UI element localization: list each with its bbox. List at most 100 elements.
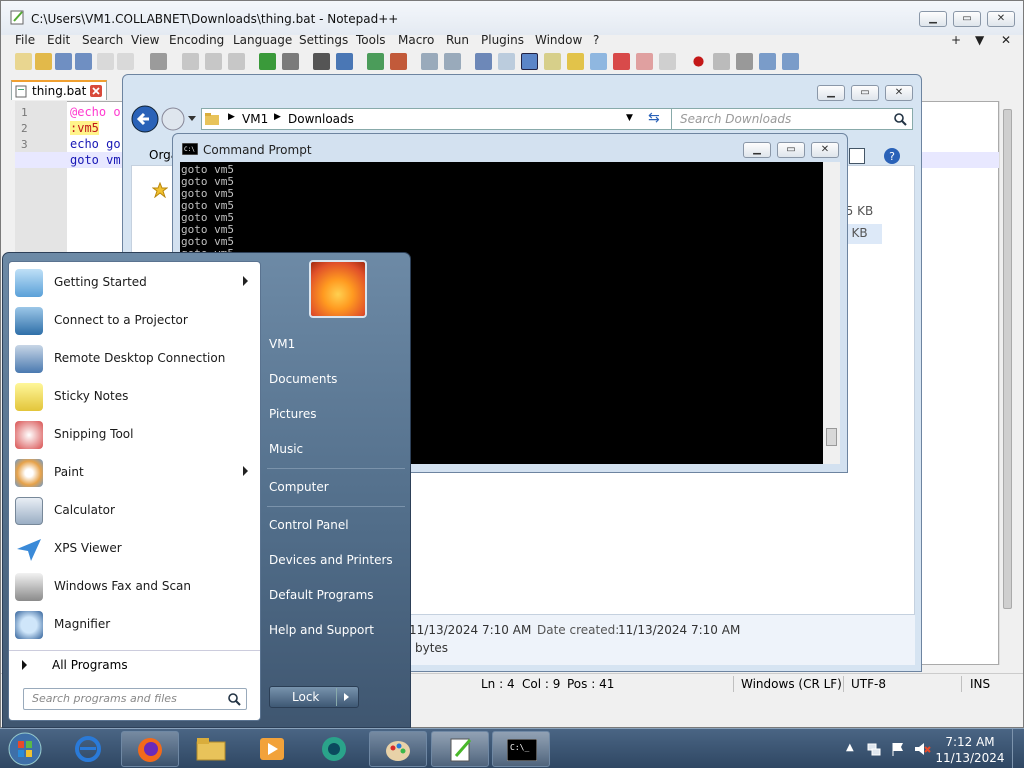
close-button[interactable]: ✕ <box>987 11 1015 27</box>
user-picture[interactable] <box>309 260 367 318</box>
new-file-icon[interactable] <box>15 53 32 70</box>
find-icon[interactable] <box>313 53 330 70</box>
function-list-icon[interactable] <box>590 53 607 70</box>
paste-icon[interactable] <box>228 53 245 70</box>
taskbar-paint[interactable] <box>369 731 427 767</box>
word-wrap-icon[interactable] <box>475 53 492 70</box>
menu-tools[interactable]: Tools <box>356 33 386 47</box>
address-bar[interactable]: ▶ VM1 ▶ Downloads ▼ ⇆ <box>201 108 685 130</box>
start-item-getting-started[interactable]: Getting Started <box>9 264 260 302</box>
menu-view[interactable]: View <box>131 33 159 47</box>
show-desktop-button[interactable] <box>1012 729 1024 768</box>
scroll-thumb[interactable] <box>826 428 837 446</box>
zoom-out-icon[interactable] <box>390 53 407 70</box>
menu-search[interactable]: Search <box>82 33 123 47</box>
maximize-button[interactable]: ▭ <box>777 142 805 158</box>
close-button[interactable]: ✕ <box>811 142 839 158</box>
breadcrumb-downloads[interactable]: Downloads <box>288 112 354 126</box>
taskbar-ie[interactable] <box>60 731 118 767</box>
new-tab-icon[interactable]: + <box>951 33 961 47</box>
start-item-magnifier[interactable]: Magnifier <box>9 606 260 644</box>
save-all-icon[interactable] <box>75 53 92 70</box>
taskbar-firefox[interactable] <box>121 731 179 767</box>
search-icon[interactable] <box>228 693 241 706</box>
print-icon[interactable] <box>150 53 167 70</box>
start-search-input[interactable]: Search programs and files <box>23 688 247 710</box>
folder-workspace-icon[interactable] <box>613 53 630 70</box>
taskbar-notepadpp[interactable] <box>431 731 489 767</box>
undo-icon[interactable] <box>259 53 276 70</box>
maximize-button[interactable]: ▭ <box>851 85 879 101</box>
scroll-thumb[interactable] <box>1003 109 1012 609</box>
monitoring-icon[interactable] <box>636 53 653 70</box>
start-link-pictures[interactable]: Pictures <box>269 407 317 421</box>
help-icon[interactable]: ? <box>883 147 901 165</box>
start-orb-icon[interactable] <box>6 731 44 767</box>
copy-icon[interactable] <box>205 53 222 70</box>
explorer-search-input[interactable]: Search Downloads <box>671 108 913 130</box>
close-doc-icon[interactable]: ✕ <box>1001 33 1011 47</box>
minimize-button[interactable]: ▁ <box>743 142 771 158</box>
maximize-button[interactable]: ▭ <box>953 11 981 27</box>
dropdown-icon[interactable]: ▼ <box>975 33 984 47</box>
start-link-computer[interactable]: Computer <box>269 480 329 494</box>
search-icon[interactable] <box>894 113 907 126</box>
redo-icon[interactable] <box>282 53 299 70</box>
start-item-connect-projector[interactable]: Connect to a Projector <box>9 302 260 340</box>
network-icon[interactable] <box>866 741 882 757</box>
taskbar-explorer[interactable] <box>183 731 241 767</box>
breadcrumb-vm1[interactable]: VM1 <box>242 112 268 126</box>
cut-icon[interactable] <box>182 53 199 70</box>
start-link-documents[interactable]: Documents <box>269 372 337 386</box>
run-macro-multiple-icon[interactable] <box>759 53 776 70</box>
sync-vertical-icon[interactable] <box>421 53 438 70</box>
taskbar-media-player[interactable] <box>244 731 302 767</box>
shutdown-options-arrow-icon[interactable] <box>344 693 349 701</box>
menu-run[interactable]: Run <box>446 33 469 47</box>
save-icon[interactable] <box>55 53 72 70</box>
menu-language[interactable]: Language <box>233 33 292 47</box>
minimize-button[interactable]: ▁ <box>919 11 947 27</box>
start-link-music[interactable]: Music <box>269 442 303 456</box>
start-item-remote-desktop[interactable]: Remote Desktop Connection <box>9 340 260 378</box>
indent-guide-icon[interactable] <box>521 53 538 70</box>
favorites-star-icon[interactable] <box>152 182 168 198</box>
menu-plugins[interactable]: Plugins <box>481 33 524 47</box>
start-link-devices-printers[interactable]: Devices and Printers <box>269 553 393 567</box>
doc-map-icon[interactable] <box>567 53 584 70</box>
start-item-fax-scan[interactable]: Windows Fax and Scan <box>9 568 260 606</box>
close-tab-icon[interactable] <box>90 85 102 97</box>
all-programs[interactable]: All Programs <box>9 650 260 680</box>
menu-file[interactable]: File <box>15 33 35 47</box>
tab-thing-bat[interactable]: thing.bat <box>11 80 107 100</box>
lock-button[interactable]: Lock <box>269 686 359 708</box>
start-link-help-support[interactable]: Help and Support <box>269 623 374 637</box>
close-button[interactable]: ✕ <box>885 85 913 101</box>
record-macro-icon[interactable] <box>693 56 704 67</box>
udl-icon[interactable] <box>544 53 561 70</box>
menu-encoding[interactable]: Encoding <box>169 33 224 47</box>
start-link-default-programs[interactable]: Default Programs <box>269 588 374 602</box>
close-all-icon[interactable] <box>117 53 134 70</box>
play-macro-icon[interactable] <box>736 53 753 70</box>
close-file-icon[interactable] <box>97 53 114 70</box>
taskbar-cmd[interactable]: C:\_ <box>492 731 550 767</box>
save-macro-icon[interactable] <box>782 53 799 70</box>
start-link-user[interactable]: VM1 <box>269 337 295 351</box>
back-icon[interactable] <box>131 105 159 133</box>
show-hidden-icons-icon[interactable]: ▲ <box>846 742 854 753</box>
start-item-snipping-tool[interactable]: Snipping Tool <box>9 416 260 454</box>
start-item-sticky-notes[interactable]: Sticky Notes <box>9 378 260 416</box>
start-link-control-panel[interactable]: Control Panel <box>269 518 349 532</box>
zoom-in-icon[interactable] <box>367 53 384 70</box>
open-file-icon[interactable] <box>35 53 52 70</box>
menu-macro[interactable]: Macro <box>398 33 434 47</box>
menu-help[interactable]: ? <box>593 33 599 47</box>
taskbar-app[interactable] <box>306 731 364 767</box>
menu-window[interactable]: Window <box>535 33 582 47</box>
start-item-paint[interactable]: Paint <box>9 454 260 492</box>
preview-pane-icon[interactable] <box>849 148 865 164</box>
replace-icon[interactable] <box>336 53 353 70</box>
preview-icon[interactable] <box>659 53 676 70</box>
action-center-flag-icon[interactable] <box>890 741 906 757</box>
